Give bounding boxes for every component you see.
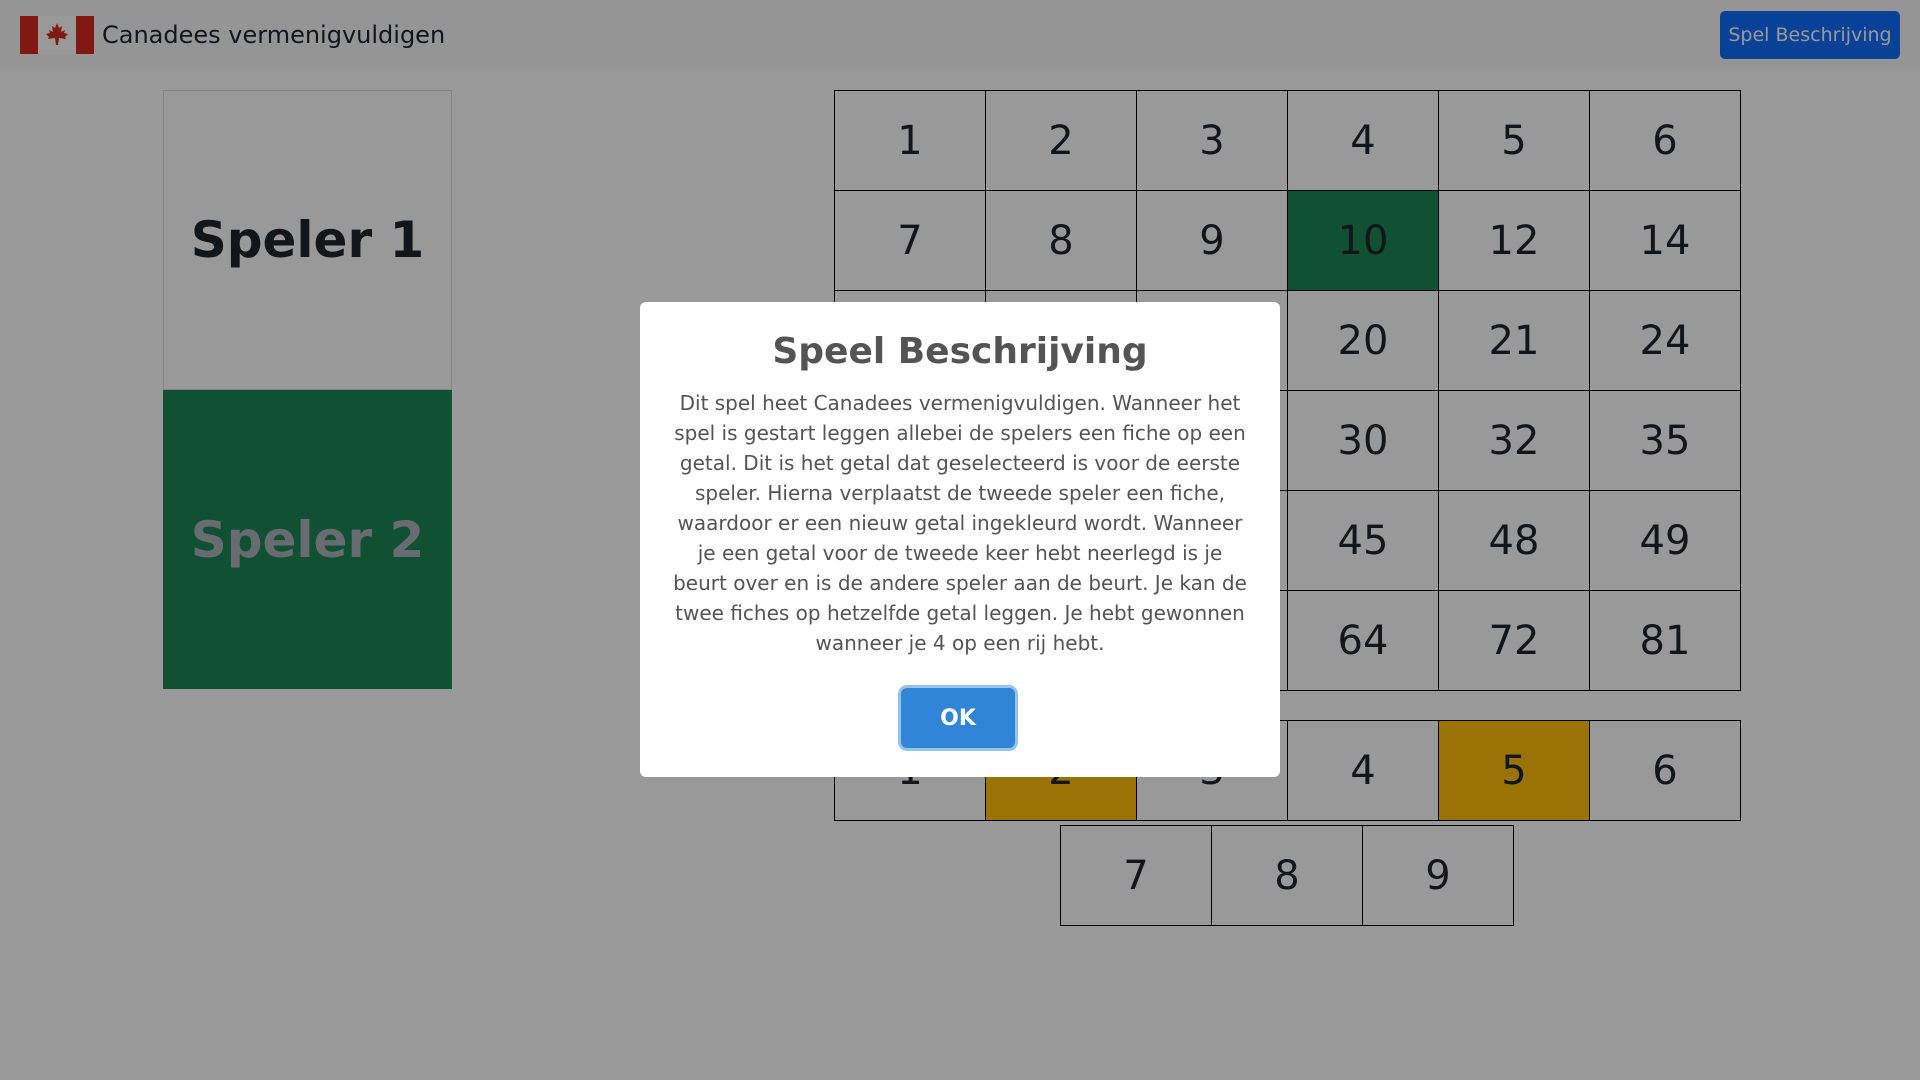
modal-text: Dit spel heet Canadees vermenigvuldigen.… xyxy=(673,391,1247,655)
ok-button[interactable]: OK xyxy=(901,688,1015,748)
modal-title: Speel Beschrijving xyxy=(772,331,1148,372)
description-modal: Speel Beschrijving Dit spel heet Canadee… xyxy=(640,302,1280,777)
